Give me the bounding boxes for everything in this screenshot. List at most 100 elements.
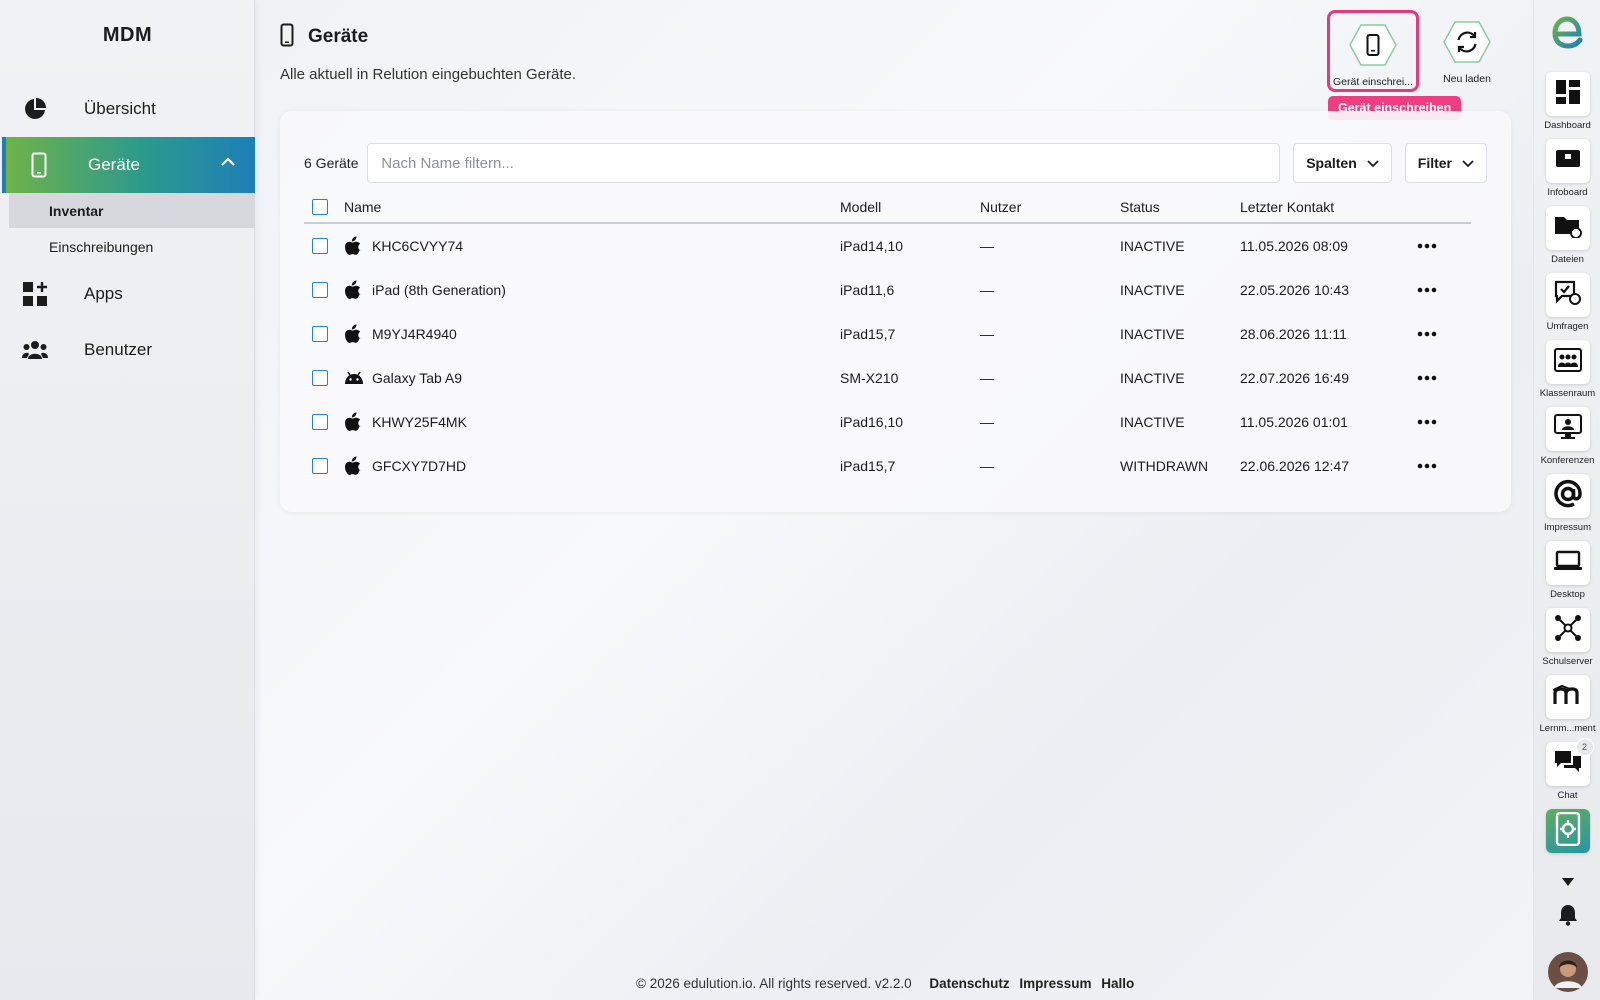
dock-tile [1545,206,1590,250]
dock-tile [1545,273,1590,317]
dock-item-label: Dateien [1551,254,1584,265]
reload-button[interactable]: Neu laden [1421,10,1513,92]
sidebar-subitem-enrollments[interactable]: Einschreibungen [9,229,255,264]
bell-icon [1558,904,1578,931]
device-name[interactable]: KHWY25F4MK [372,414,467,430]
sidebar-item-apps[interactable]: Apps [2,266,255,322]
dock-item-label: Umfragen [1546,321,1589,332]
dock-item-mdm[interactable] [1534,809,1600,865]
dock-tile [1545,675,1590,719]
table-row[interactable]: KHWY25F4MK iPad16,10 — INACTIVE 11.05.2026 0… [304,400,1471,444]
network-icon [1553,613,1583,648]
avatar [1547,952,1588,997]
device-name[interactable]: GFCXY7D7HD [372,458,466,474]
table-row[interactable]: Galaxy Tab A9 SM-X210 — INACTIVE 22.07.2026 … [304,356,1471,400]
dock-item-infoboard[interactable]: Infoboard [1534,139,1600,205]
device-model: iPad11,6 [840,282,895,298]
more-actions-icon[interactable] [1417,412,1437,428]
row-checkbox[interactable] [312,238,328,254]
dock-tile [1545,407,1590,451]
dock-item-schulserver[interactable]: Schulserver [1534,608,1600,674]
dock-item-dateien[interactable]: Dateien [1534,206,1600,272]
column-header-model[interactable]: Modell [840,199,980,215]
row-checkbox[interactable] [312,458,328,474]
row-checkbox[interactable] [312,326,328,342]
sidebar-item-users[interactable]: Benutzer [2,322,255,378]
table-row[interactable]: KHC6CVYY74 iPad14,10 — INACTIVE 11.05.2026 0… [304,224,1471,268]
sidebar-item-overview[interactable]: Übersicht [2,81,255,137]
device-name[interactable]: Galaxy Tab A9 [372,370,462,386]
table-row[interactable]: M9YJ4R4940 iPad15,7 — INACTIVE 28.06.2026 11… [304,312,1471,356]
name-filter-input[interactable] [367,143,1281,183]
dock-item-chat[interactable]: 2 Chat [1534,738,1600,808]
dock-item-umfragen[interactable]: Umfragen [1534,273,1600,339]
enroll-device-button[interactable]: Gerät einschrei... [1327,10,1419,92]
select-all-checkbox[interactable] [312,198,328,215]
device-name[interactable]: M9YJ4R4940 [372,326,457,342]
unread-badge: 2 [1575,738,1594,756]
laptop-icon [1553,550,1583,577]
more-actions-icon[interactable] [1417,456,1437,472]
table-row[interactable]: GFCXY7D7HD iPad15,7 — WITHDRAWN 22.06.2026 1… [304,444,1471,488]
column-header-name[interactable]: Name [344,199,840,215]
classroom-icon [1553,347,1582,377]
moodle-icon [1552,684,1584,711]
device-name[interactable]: KHC6CVYY74 [372,238,463,254]
apple-icon [344,412,364,432]
device-last-contact: 11.05.2026 01:01 [1240,414,1348,430]
more-actions-icon[interactable] [1417,236,1437,252]
sidebar-item-label: Apps [84,284,123,303]
device-model: iPad16,10 [840,414,904,430]
sidebar-subitem-inventory[interactable]: Inventar [9,193,255,228]
dock-item-lernm-ment[interactable]: Lernm...ment [1534,675,1600,741]
footer-link-privacy[interactable]: Datenschutz [929,976,1009,991]
device-model: iPad15,7 [840,326,896,342]
device-model: SM-X210 [840,370,899,386]
chevron-down-icon [1357,155,1379,171]
table-row[interactable]: iPad (8th Generation) iPad11,6 — INACTIVE 22… [304,268,1471,312]
dock-scroll-down[interactable] [1534,874,1600,894]
device-name[interactable]: iPad (8th Generation) [372,282,506,298]
row-checkbox[interactable] [312,414,328,430]
row-checkbox[interactable] [312,282,328,298]
dock-item-label: Dashboard [1544,120,1591,131]
smartphone-icon [1348,23,1398,72]
dock-tile [1545,541,1590,585]
device-last-contact: 11.05.2026 08:09 [1240,238,1348,254]
dock-item-dashboard[interactable]: Dashboard [1534,72,1600,138]
dock-item-desktop[interactable]: Desktop [1534,541,1600,607]
user-avatar[interactable] [1534,952,1600,996]
column-header-user[interactable]: Nutzer [980,199,1120,215]
sidebar-subitem-label: Einschreibungen [49,238,154,255]
dock-item-impressum[interactable]: Impressum [1534,474,1600,540]
more-actions-icon[interactable] [1417,368,1437,384]
footer-link-hallo[interactable]: Hallo [1101,976,1134,991]
filter-dropdown-label: Filter [1417,155,1452,171]
chevron-up-icon[interactable] [219,153,237,176]
notifications-button[interactable] [1534,904,1600,934]
dock-tile [1545,474,1590,518]
table-header-row: Name Modell Nutzer Status Letzter Kontak… [304,191,1471,224]
column-header-last-contact[interactable]: Letzter Kontakt [1240,199,1440,215]
apple-icon [344,324,364,344]
dock-item-klassenraum[interactable]: Klassenraum [1534,340,1600,406]
smartphone-icon [24,150,54,180]
dock-tile [1545,340,1590,384]
sidebar-item-devices[interactable]: Geräte [2,137,255,193]
column-header-status[interactable]: Status [1120,199,1240,215]
row-checkbox[interactable] [312,370,328,386]
more-actions-icon[interactable] [1417,280,1437,296]
pie-chart-icon [20,94,50,124]
columns-dropdown-button[interactable]: Spalten [1293,143,1392,183]
footer-link-imprint[interactable]: Impressum [1019,976,1091,991]
filter-dropdown-button[interactable]: Filter [1404,143,1487,183]
page-subtitle: Alle aktuell in Relution eingebuchten Ge… [280,66,577,83]
table-body: KHC6CVYY74 iPad14,10 — INACTIVE 11.05.2026 0… [304,224,1471,488]
survey-icon [1554,280,1582,311]
edulution-logo-icon [1551,14,1585,55]
device-name-cell: KHWY25F4MK [344,412,840,432]
more-actions-icon[interactable] [1417,324,1437,340]
dock-item-konferenzen[interactable]: Konferenzen [1534,407,1600,473]
device-user: — [980,326,994,342]
dock-logo[interactable] [1534,14,1600,80]
